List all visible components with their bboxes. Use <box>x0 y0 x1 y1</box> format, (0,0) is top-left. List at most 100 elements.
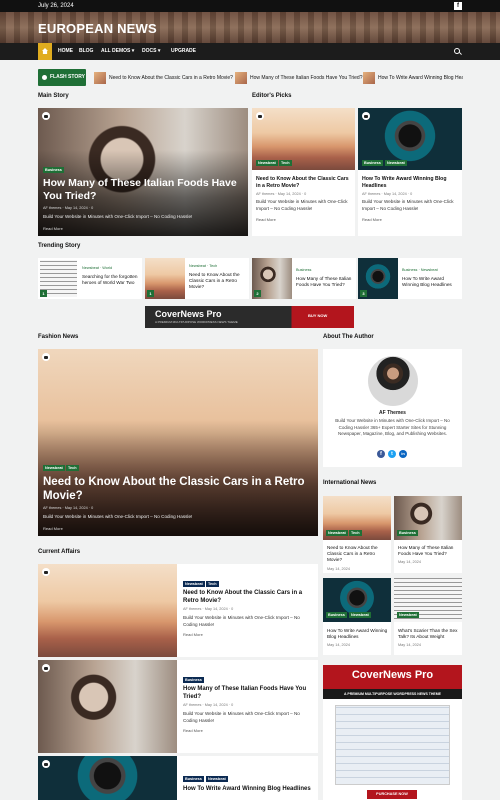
international-title[interactable]: Need to Know About the Classic Cars in a… <box>327 545 389 563</box>
bolt-icon <box>42 75 47 80</box>
section-title-editors-picks: Editor's Picks <box>252 93 292 99</box>
ticker-title[interactable]: Need to Know About the Classic Cars in a… <box>109 72 233 84</box>
current-affairs-title[interactable]: How To Write Award Winning Blog Headline… <box>183 786 313 794</box>
nav-home[interactable]: HOME <box>58 43 73 60</box>
read-more-link[interactable]: Read More <box>256 217 276 222</box>
international-title[interactable]: How Many of These Italian Foods Have You… <box>398 545 460 557</box>
ticker-thumbnail <box>94 72 106 84</box>
editor-card-title[interactable]: Need to Know About the Classic Cars in a… <box>256 176 352 189</box>
facebook-icon[interactable]: f <box>454 2 462 10</box>
camera-icon <box>42 664 50 672</box>
banner-tagline: A PREMIUM MULTIPURPOSE WORDPRESS NEWS TH… <box>155 320 238 324</box>
trending-title[interactable]: How Many of These Italian Foods Have You… <box>296 276 354 288</box>
trending-categories: Newsbeat · World <box>82 266 113 270</box>
category-badge[interactable]: Business <box>326 612 347 618</box>
trending-title[interactable]: Searching for the forgotten heroes of Wo… <box>82 274 140 286</box>
banner-brand: CoverNews Pro <box>155 309 222 319</box>
read-more-link[interactable]: Read More <box>43 226 63 231</box>
post-excerpt: Build Your Website in Minutes with One-C… <box>43 514 193 519</box>
category-badge[interactable]: Newsbeat <box>256 160 278 166</box>
category-badge[interactable]: Tech <box>279 160 292 166</box>
section-title-fashion: Fashion News <box>38 334 79 340</box>
editor-card-title[interactable]: How To Write Award Winning Blog Headline… <box>362 176 459 189</box>
facebook-icon[interactable]: f <box>377 450 385 458</box>
twitter-icon[interactable]: t <box>388 450 396 458</box>
category-badge[interactable]: Business <box>183 776 204 782</box>
category-badge[interactable]: Newsbeat <box>43 465 65 471</box>
ticker-item[interactable]: How To Write Award Winning Blog Head <box>363 72 463 84</box>
site-title[interactable]: EUROPEAN NEWS <box>38 21 157 36</box>
author-name: AF Themes <box>379 410 406 416</box>
camera-icon <box>256 112 264 120</box>
sidebar-ad-brand: CoverNews Pro <box>351 669 434 681</box>
category-badge[interactable]: Newsbeat <box>397 612 419 618</box>
trending-title[interactable]: Need to Know About the Classic Cars in a… <box>189 272 247 290</box>
current-affairs-image[interactable] <box>38 660 177 753</box>
post-meta: AF themes · May 14, 2024 · 0 <box>362 192 413 196</box>
post-date: May 14, 2024 <box>327 567 351 571</box>
read-more-link[interactable]: Read More <box>362 217 382 222</box>
author-avatar <box>368 356 418 406</box>
ticker-title[interactable]: How Many of These Italian Foods Have You… <box>250 72 362 84</box>
read-more-link[interactable]: Read More <box>183 728 203 733</box>
nav-all-demos[interactable]: ALL DEMOS ▾ <box>101 43 134 60</box>
ticker-thumbnail <box>363 72 375 84</box>
trending-number: 1 <box>40 290 47 297</box>
category-badge[interactable]: Tech <box>349 530 362 536</box>
section-title-trending: Trending Story <box>38 243 81 249</box>
banner-ad[interactable]: CoverNews Pro A PREMIUM MULTIPURPOSE WOR… <box>145 306 354 328</box>
search-icon[interactable] <box>454 48 460 54</box>
category-badge[interactable]: Newsbeat <box>326 530 348 536</box>
buy-now-button[interactable]: BUY NOW <box>308 313 327 318</box>
ticker-item[interactable]: How Many of These Italian Foods Have You… <box>235 72 362 84</box>
trending-title[interactable]: How To Write Award Winning Blog Headline… <box>402 276 460 288</box>
current-affairs-title[interactable]: How Many of These Italian Foods Have You… <box>183 686 313 701</box>
home-icon[interactable] <box>38 43 52 60</box>
purchase-now-button[interactable]: PURCHASE NOW <box>367 790 417 799</box>
section-title-international: International News <box>323 480 377 486</box>
category-badge[interactable]: Newsbeat <box>349 612 371 618</box>
nav-upgrade[interactable]: UPGRADE <box>171 43 196 60</box>
sidebar-ad[interactable]: CoverNews Pro A PREMIUM MULTIPURPOSE WOR… <box>323 665 462 800</box>
fashion-story-title[interactable]: Need to Know About the Classic Cars in a… <box>43 475 308 504</box>
nav-docs[interactable]: DOCS ▾ <box>142 43 160 60</box>
category-badge[interactable]: Tech <box>66 465 79 471</box>
category-badge[interactable]: Business <box>362 160 383 166</box>
ticker-thumbnail <box>235 72 247 84</box>
post-date: May 14, 2024 <box>398 560 422 564</box>
current-affairs-image[interactable] <box>38 564 177 657</box>
post-meta: AF themes · May 14, 2024 · 0 <box>43 206 94 210</box>
trending-number: 3 <box>360 290 367 297</box>
theme-preview-image <box>335 705 450 785</box>
current-affairs-image[interactable] <box>38 756 177 800</box>
international-title[interactable]: What's Scarier Than the Sex Talk? Its Ab… <box>398 628 460 640</box>
ticker-title[interactable]: How To Write Award Winning Blog Head <box>378 72 463 84</box>
post-excerpt: Build Your Website in Minutes with One-C… <box>362 199 454 211</box>
category-badge[interactable]: Newsbeat <box>206 776 228 782</box>
read-more-link[interactable]: Read More <box>183 632 203 637</box>
nav-blog[interactable]: BLOG <box>79 43 93 60</box>
category-badge[interactable]: Newsbeat <box>385 160 407 166</box>
category-badge[interactable]: Business <box>397 530 418 536</box>
category-badge[interactable]: Business <box>183 677 204 683</box>
category-badge[interactable]: Newsbeat <box>183 581 205 587</box>
post-excerpt: Build Your Website in Minutes with One-C… <box>43 214 193 219</box>
category-badge[interactable]: Tech <box>206 581 219 587</box>
sidebar-ad-tagline: A PREMIUM MULTIPURPOSE WORDPRESS NEWS TH… <box>343 692 442 696</box>
ticker-item[interactable]: Need to Know About the Classic Cars in a… <box>94 72 233 84</box>
author-bio: Build Your Website in Minutes with One-C… <box>335 418 450 437</box>
linkedin-icon[interactable]: in <box>399 450 407 458</box>
category-badge[interactable]: Business <box>43 167 64 173</box>
post-excerpt: Build Your Website in Minutes with One-C… <box>256 199 348 211</box>
current-date: July 26, 2024 <box>38 3 74 9</box>
post-excerpt: Build Your Website in Minutes with One-C… <box>183 615 300 627</box>
read-more-link[interactable]: Read More <box>43 526 63 531</box>
international-title[interactable]: How To Write Award Winning Blog Headline… <box>327 628 389 640</box>
flash-story-label: FLASH STORY <box>38 69 86 86</box>
flash-label-text: FLASH STORY <box>50 74 86 80</box>
current-affairs-title[interactable]: Need to Know About the Classic Cars in a… <box>183 590 313 605</box>
camera-icon <box>42 112 50 120</box>
main-story-title[interactable]: How Many of These Italian Foods Have You… <box>43 177 248 203</box>
post-meta: AF themes · May 14, 2024 · 0 <box>256 192 307 196</box>
camera-icon <box>42 760 50 768</box>
